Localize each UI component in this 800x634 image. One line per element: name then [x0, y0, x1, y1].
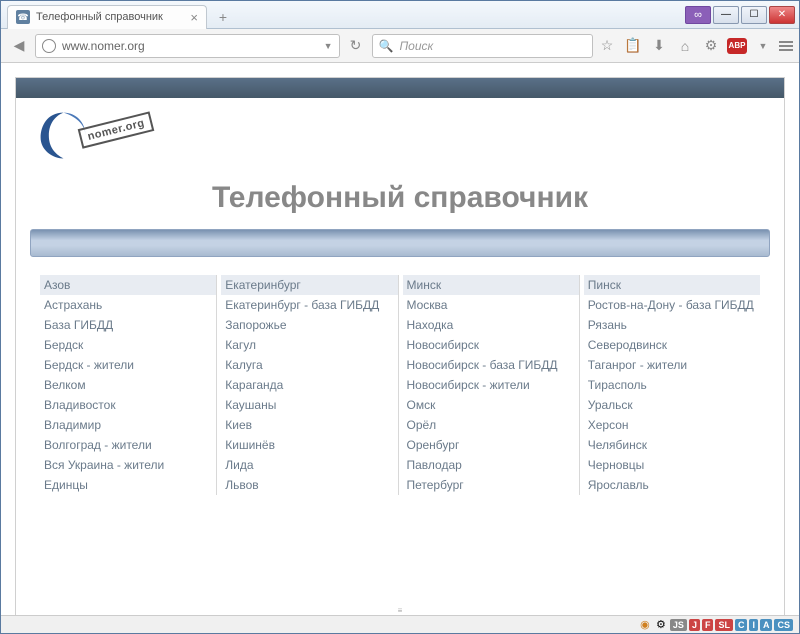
tab-title: Телефонный справочник	[36, 11, 163, 23]
city-link[interactable]: Новосибирск - жители	[403, 375, 579, 395]
city-link[interactable]: Таганрог - жители	[584, 355, 760, 375]
page-header-bar	[16, 78, 784, 98]
city-column-3: МинскМоскваНаходкаНовосибирскНовосибирск…	[398, 275, 579, 495]
city-link[interactable]: Минск	[403, 275, 579, 295]
city-column-4: ПинскРостов-на-Дону - база ГИБДДРязаньСе…	[579, 275, 760, 495]
city-column-2: ЕкатеринбургЕкатеринбург - база ГИБДДЗап…	[216, 275, 397, 495]
browser-toolbar: ◀ www.nomer.org ▼ ↻ 🔍 Поиск ☆ 📋 ⬇ ⌂ ⚙ AB…	[1, 29, 799, 63]
city-link[interactable]: Челябинск	[584, 435, 760, 455]
city-link[interactable]: Кагул	[221, 335, 397, 355]
city-link[interactable]: База ГИБДД	[40, 315, 216, 335]
city-column-1: АзовАстраханьБаза ГИБДДБердскБердск - жи…	[40, 275, 216, 495]
browser-tab[interactable]: ☎ Телефонный справочник ×	[7, 5, 207, 29]
close-button[interactable]: ✕	[769, 6, 795, 24]
status-gear-icon[interactable]: ⚙	[654, 618, 668, 632]
city-link[interactable]: Тирасполь	[584, 375, 760, 395]
city-link[interactable]: Азов	[40, 275, 216, 295]
scroll-handle-icon[interactable]: ≡	[380, 607, 420, 613]
status-badges: JSJFSLCIACS	[670, 619, 793, 631]
city-link[interactable]: Волгоград - жители	[40, 435, 216, 455]
clipboard-icon[interactable]: 📋	[623, 36, 643, 56]
city-link[interactable]: Астрахань	[40, 295, 216, 315]
city-link[interactable]: Владивосток	[40, 395, 216, 415]
city-link[interactable]: Бердск - жители	[40, 355, 216, 375]
city-link[interactable]: Екатеринбург - база ГИБДД	[221, 295, 397, 315]
city-link[interactable]: Орёл	[403, 415, 579, 435]
logo-area: nomer.org	[16, 98, 784, 163]
back-button[interactable]: ◀	[7, 34, 31, 58]
city-link[interactable]: Омск	[403, 395, 579, 415]
abp-badge[interactable]: ABP	[727, 38, 747, 54]
city-link[interactable]: Бердск	[40, 335, 216, 355]
title-gradient-bar	[30, 229, 770, 257]
gear-icon[interactable]: ⚙	[701, 36, 721, 56]
city-link[interactable]: Оренбург	[403, 435, 579, 455]
statusbar: ◉ ⚙ JSJFSLCIACS	[1, 615, 799, 633]
status-badge-a[interactable]: A	[760, 619, 773, 631]
tab-favicon-icon: ☎	[16, 10, 30, 24]
city-link[interactable]: Ростов-на-Дону - база ГИБДД	[584, 295, 760, 315]
city-link[interactable]: Екатеринбург	[221, 275, 397, 295]
status-badge-cs[interactable]: CS	[774, 619, 793, 631]
city-link[interactable]: Новосибирск	[403, 335, 579, 355]
page-viewport: nomer.org Телефонный справочник АзовАстр…	[1, 63, 799, 615]
city-link[interactable]: Находка	[403, 315, 579, 335]
toolbar-dropdown-icon[interactable]: ▼	[753, 36, 773, 56]
page-content: nomer.org Телефонный справочник АзовАстр…	[15, 77, 785, 615]
reload-button[interactable]: ↻	[344, 34, 368, 58]
status-badge-j[interactable]: J	[689, 619, 700, 631]
download-icon[interactable]: ⬇	[649, 36, 669, 56]
city-link[interactable]: Вся Украина - жители	[40, 455, 216, 475]
city-link[interactable]: Запорожье	[221, 315, 397, 335]
city-link[interactable]: Рязань	[584, 315, 760, 335]
extension-button[interactable]: ∞	[685, 6, 711, 24]
city-link[interactable]: Велком	[40, 375, 216, 395]
url-text: www.nomer.org	[62, 39, 145, 53]
city-link[interactable]: Херсон	[584, 415, 760, 435]
minimize-button[interactable]: —	[713, 6, 739, 24]
page-title: Телефонный справочник	[16, 181, 784, 215]
city-link[interactable]: Новосибирск - база ГИБДД	[403, 355, 579, 375]
city-link[interactable]: Уральск	[584, 395, 760, 415]
star-icon[interactable]: ☆	[597, 36, 617, 56]
status-badge-f[interactable]: F	[702, 619, 714, 631]
city-link[interactable]: Владимир	[40, 415, 216, 435]
city-link[interactable]: Москва	[403, 295, 579, 315]
city-link[interactable]: Кишинёв	[221, 435, 397, 455]
status-badge-sl[interactable]: SL	[715, 619, 733, 631]
city-link[interactable]: Каушаны	[221, 395, 397, 415]
city-link[interactable]: Северодвинск	[584, 335, 760, 355]
menu-icon[interactable]	[779, 41, 793, 51]
city-link[interactable]: Калуга	[221, 355, 397, 375]
new-tab-button[interactable]: +	[211, 6, 235, 28]
city-link[interactable]: Единцы	[40, 475, 216, 495]
home-icon[interactable]: ⌂	[675, 36, 695, 56]
city-link[interactable]: Павлодар	[403, 455, 579, 475]
city-link[interactable]: Петербург	[403, 475, 579, 495]
city-link[interactable]: Киев	[221, 415, 397, 435]
search-bar[interactable]: 🔍 Поиск	[372, 34, 594, 58]
city-link[interactable]: Львов	[221, 475, 397, 495]
url-bar[interactable]: www.nomer.org ▼	[35, 34, 340, 58]
search-placeholder: Поиск	[399, 39, 433, 53]
city-link[interactable]: Лида	[221, 455, 397, 475]
city-link[interactable]: Черновцы	[584, 455, 760, 475]
titlebar: ☎ Телефонный справочник × + ∞ — ☐ ✕	[1, 1, 799, 29]
city-link[interactable]: Караганда	[221, 375, 397, 395]
status-badge-i[interactable]: I	[749, 619, 758, 631]
city-link[interactable]: Ярославль	[584, 475, 760, 495]
search-icon: 🔍	[379, 39, 394, 53]
maximize-button[interactable]: ☐	[741, 6, 767, 24]
city-link[interactable]: Пинск	[584, 275, 760, 295]
globe-icon	[42, 39, 56, 53]
status-badge-js[interactable]: JS	[670, 619, 687, 631]
status-badge-c[interactable]: C	[735, 619, 748, 631]
url-dropdown-icon[interactable]: ▼	[324, 41, 333, 51]
status-firefox-icon[interactable]: ◉	[638, 618, 652, 632]
tab-close-icon[interactable]: ×	[190, 10, 198, 25]
city-table: АзовАстраханьБаза ГИБДДБердскБердск - жи…	[40, 275, 760, 495]
